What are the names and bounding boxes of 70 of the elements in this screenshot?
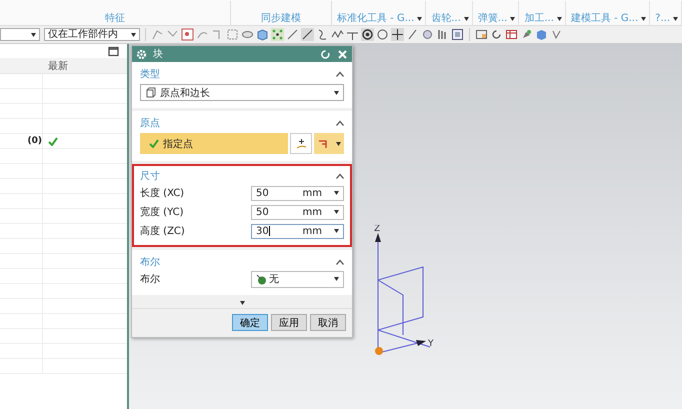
section-title: 布尔 <box>140 256 160 268</box>
caret-icon <box>131 32 136 36</box>
collapse-icon[interactable] <box>336 258 344 264</box>
input-field[interactable]: 30 mm <box>251 224 344 238</box>
field-label: 长度 (XC) <box>140 186 186 200</box>
point-icon <box>296 138 306 149</box>
collapse-icon[interactable] <box>336 70 344 76</box>
axis-label: Y <box>428 339 434 349</box>
center-point-icon[interactable] <box>361 28 374 41</box>
field-label: 布尔 <box>140 273 161 286</box>
table-icon[interactable] <box>505 28 518 41</box>
more-options-icon[interactable] <box>240 301 244 305</box>
dialog-button[interactable]: 应用 <box>271 314 307 331</box>
caret-icon <box>334 90 339 94</box>
view-icon[interactable] <box>451 28 464 41</box>
boolean-icon <box>256 274 267 284</box>
input-field[interactable]: 50 mm <box>251 186 344 200</box>
caret-icon <box>641 17 646 21</box>
line-icon[interactable] <box>286 28 299 41</box>
cube-icon[interactable] <box>256 28 269 41</box>
caret-icon <box>556 17 562 21</box>
section-title: 类型 <box>140 68 160 80</box>
close-icon[interactable] <box>337 48 348 60</box>
line-icon[interactable] <box>406 28 419 41</box>
boolean-dropdown[interactable]: 无 <box>251 270 344 288</box>
line-icon[interactable] <box>301 28 314 41</box>
collapse-icon[interactable] <box>336 120 344 126</box>
field-label: 宽度 (YC) <box>140 206 185 219</box>
caret-icon <box>673 17 678 21</box>
caret-icon <box>31 32 36 36</box>
caret-icon <box>417 17 422 21</box>
collapse-icon[interactable] <box>336 172 344 178</box>
grid-points-icon[interactable] <box>271 28 284 41</box>
window-icon[interactable] <box>475 28 488 41</box>
caret-icon <box>334 277 339 281</box>
point-type-button[interactable] <box>314 133 344 154</box>
point-dialog-button[interactable] <box>290 133 312 154</box>
dialog-title: 块 <box>153 48 164 61</box>
bars-icon[interactable] <box>436 28 449 41</box>
point-selector[interactable]: 指定点 <box>140 133 288 154</box>
text-cursor <box>268 226 270 236</box>
dialog-button[interactable]: 确定 <box>232 314 268 331</box>
caret-icon <box>464 17 469 21</box>
caret-icon <box>334 210 339 214</box>
group-label: 同步建模 <box>260 13 301 24</box>
point-type-icon <box>318 138 328 149</box>
plus-icon[interactable] <box>391 28 404 41</box>
check-icon <box>149 139 159 148</box>
group-label: 特征 <box>104 13 125 24</box>
caret-icon <box>336 142 340 146</box>
maximize-icon[interactable] <box>108 46 119 56</box>
block-icon <box>145 87 156 98</box>
caret-icon <box>334 191 339 195</box>
type-dropdown[interactable]: 原点和边长 <box>140 84 344 101</box>
input-field[interactable]: 50 mm <box>251 204 344 220</box>
dialog-button[interactable]: 取消 <box>310 314 346 331</box>
section-title: 原点 <box>140 116 160 130</box>
cube-icon[interactable] <box>535 28 548 41</box>
refresh-icon[interactable] <box>490 28 503 41</box>
curve-icon[interactable] <box>316 28 329 41</box>
caret-icon <box>334 229 339 233</box>
caret-icon <box>510 17 516 21</box>
node-label: (0) <box>28 136 42 146</box>
circle-icon[interactable] <box>376 28 389 41</box>
section-title: 尺寸 <box>140 170 160 182</box>
selection-icon[interactable] <box>181 28 194 41</box>
field-label: 高度 (ZC) <box>140 224 186 238</box>
reset-icon[interactable] <box>320 48 331 60</box>
scope-dropdown[interactable]: 仅在工作部件内 <box>44 28 140 41</box>
column-header: 最新 <box>48 60 68 72</box>
